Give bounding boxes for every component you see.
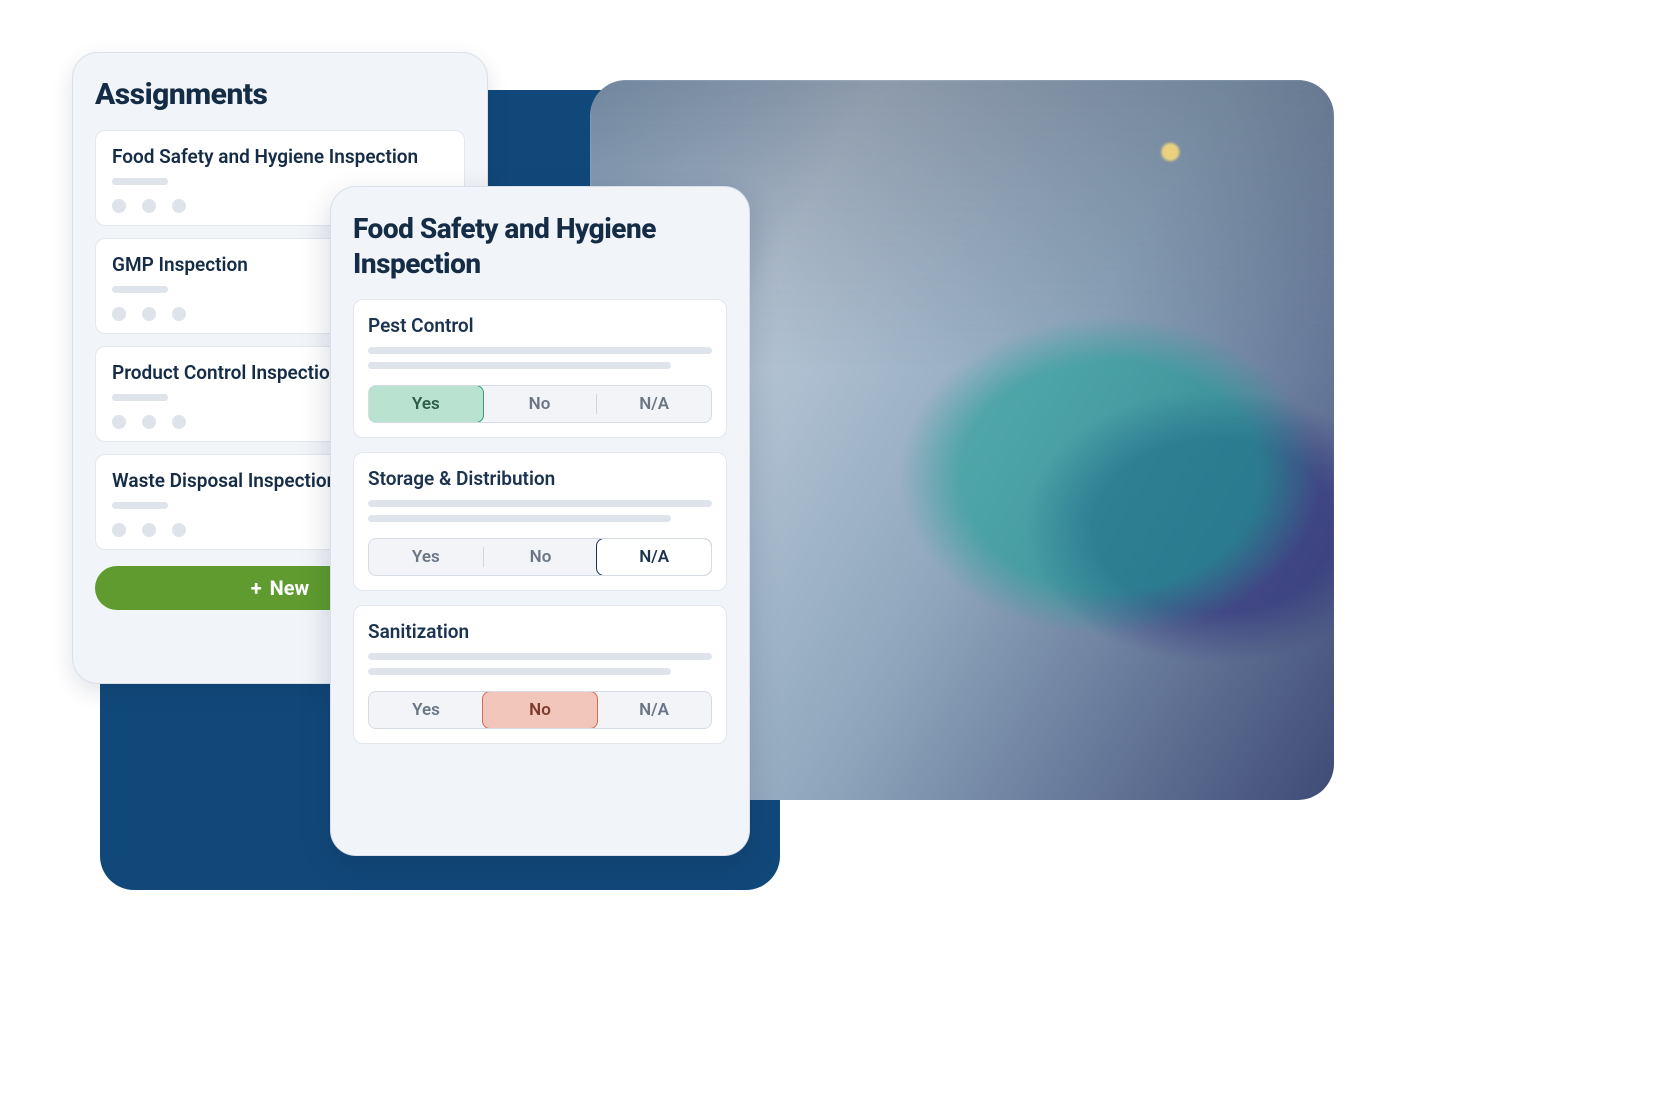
answer-no-button[interactable]: No [482, 691, 598, 729]
new-button-label: New [270, 576, 310, 600]
placeholder-line [112, 286, 168, 293]
placeholder-lines [368, 500, 712, 522]
dot-icon [172, 199, 186, 213]
answer-toggle: Yes No N/A [368, 385, 712, 423]
placeholder-line [112, 502, 168, 509]
dot-icon [172, 523, 186, 537]
question-card: Sanitization Yes No N/A [353, 605, 727, 744]
answer-yes-button[interactable]: Yes [369, 539, 483, 575]
answer-yes-button[interactable]: Yes [368, 385, 484, 423]
question-list: Pest Control Yes No N/A Storage & Distri… [353, 299, 727, 744]
placeholder-lines [368, 347, 712, 369]
placeholder-line [112, 394, 168, 401]
dot-icon [112, 415, 126, 429]
question-card: Storage & Distribution Yes No N/A [353, 452, 727, 591]
dot-icon [112, 523, 126, 537]
dot-icon [112, 307, 126, 321]
dot-icon [172, 307, 186, 321]
placeholder-line [368, 500, 712, 507]
dot-icon [172, 415, 186, 429]
assignments-title: Assignments [95, 77, 465, 112]
placeholder-line [368, 515, 671, 522]
question-card: Pest Control Yes No N/A [353, 299, 727, 438]
inspection-title: Food Safety and Hygiene Inspection [353, 211, 727, 281]
dot-icon [142, 415, 156, 429]
placeholder-line [368, 362, 671, 369]
answer-na-button[interactable]: N/A [597, 692, 711, 728]
answer-na-button[interactable]: N/A [596, 538, 712, 576]
placeholder-line [112, 178, 168, 185]
dot-icon [112, 199, 126, 213]
placeholder-line [368, 653, 712, 660]
assignment-item-title: Food Safety and Hygiene Inspection [112, 145, 448, 168]
answer-no-button[interactable]: No [483, 386, 597, 422]
answer-na-button[interactable]: N/A [597, 386, 711, 422]
answer-yes-button[interactable]: Yes [369, 692, 483, 728]
dot-icon [142, 523, 156, 537]
answer-toggle: Yes No N/A [368, 538, 712, 576]
question-title: Pest Control [368, 314, 712, 337]
inspection-card: Food Safety and Hygiene Inspection Pest … [330, 186, 750, 856]
placeholder-line [368, 668, 671, 675]
placeholder-line [368, 347, 712, 354]
plus-icon: + [251, 578, 262, 598]
answer-toggle: Yes No N/A [368, 691, 712, 729]
question-title: Storage & Distribution [368, 467, 712, 490]
question-title: Sanitization [368, 620, 712, 643]
answer-no-button[interactable]: No [484, 539, 598, 575]
placeholder-lines [368, 653, 712, 675]
dot-icon [142, 199, 156, 213]
dot-icon [142, 307, 156, 321]
